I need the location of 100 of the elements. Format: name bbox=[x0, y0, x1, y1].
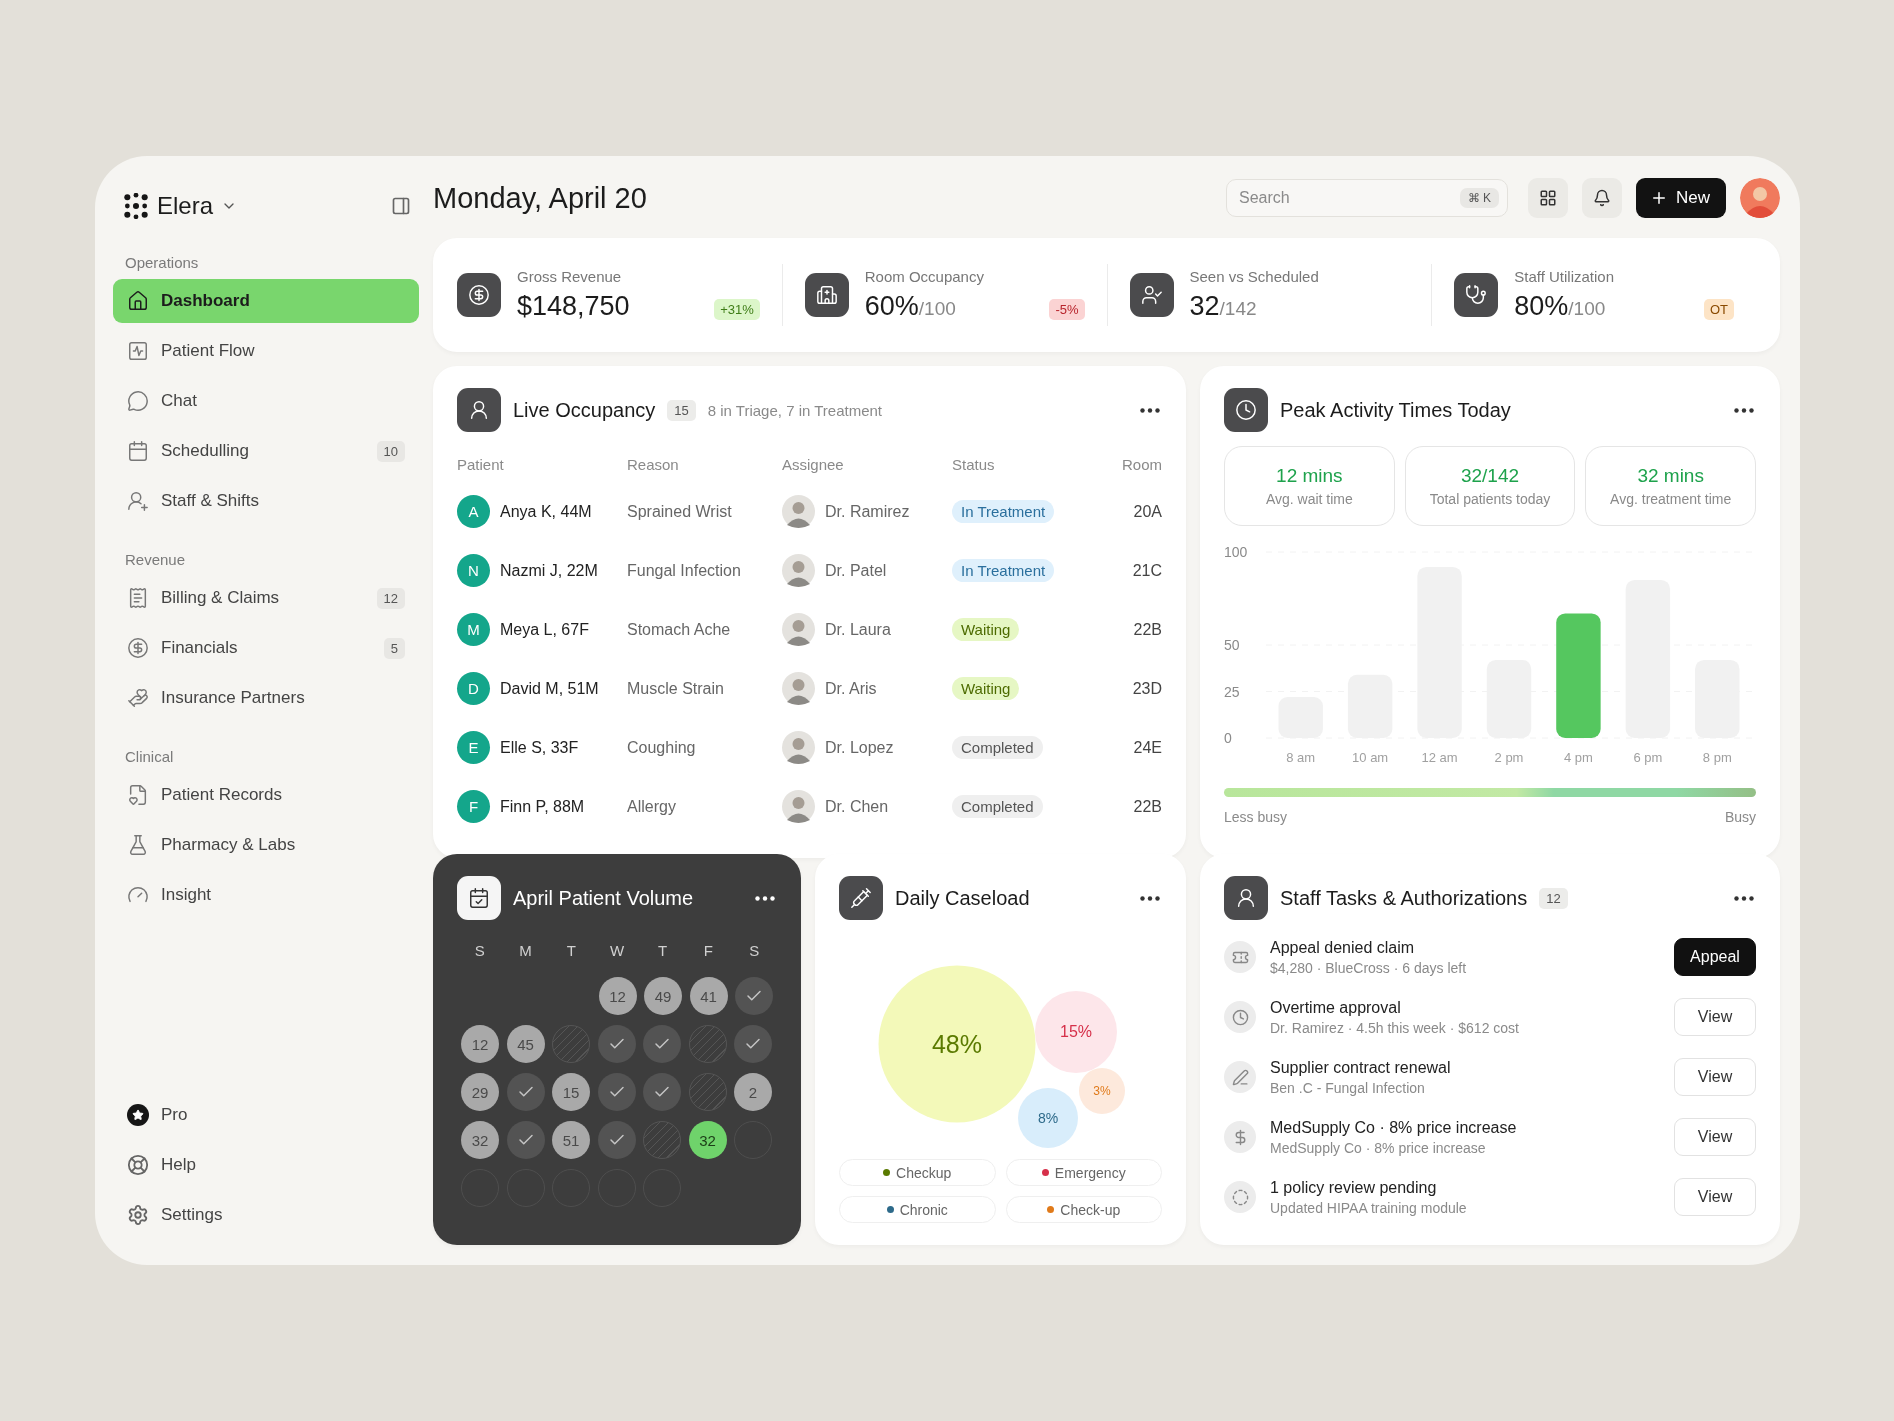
nav-item[interactable]: Settings bbox=[113, 1193, 419, 1237]
task-title: Appeal denied claim bbox=[1270, 938, 1416, 957]
add-widget-button[interactable] bbox=[1528, 178, 1568, 218]
calendar-day[interactable]: 2 bbox=[734, 1073, 772, 1111]
nav-item[interactable]: Dashboard bbox=[113, 279, 419, 323]
nav-item[interactable]: Schedulling 10 bbox=[113, 429, 419, 473]
stat-value: 12 mins bbox=[1276, 465, 1343, 487]
day-check-icon[interactable] bbox=[597, 1025, 636, 1063]
more-icon bbox=[1140, 407, 1160, 413]
more-button[interactable] bbox=[1732, 405, 1756, 415]
status-badge: Waiting bbox=[952, 618, 1020, 641]
nav-item[interactable]: Pro bbox=[113, 1093, 419, 1137]
calendar-day[interactable]: 29 bbox=[461, 1073, 499, 1111]
calendar-day[interactable]: 45 bbox=[506, 1025, 545, 1063]
occupancy-summary: 8 in Triage, 7 in Treatment bbox=[707, 401, 884, 419]
clock-icon bbox=[1224, 388, 1268, 432]
day-check-icon[interactable] bbox=[734, 1025, 772, 1063]
caseload-bubble: 15% bbox=[1035, 991, 1117, 1073]
card-title: Peak Activity Times Today bbox=[1280, 398, 1511, 422]
assignee-name: Dr. Chen bbox=[825, 797, 889, 816]
card-title: April Patient Volume bbox=[513, 886, 694, 910]
day-check-icon[interactable] bbox=[506, 1073, 545, 1111]
visit-reason: Muscle Strain bbox=[627, 679, 724, 698]
nav-section-title: Operations bbox=[124, 253, 200, 273]
doctor-avatar bbox=[782, 672, 815, 705]
room-number: 24E bbox=[1133, 738, 1162, 757]
doctor-avatar bbox=[782, 613, 815, 646]
calendar-day[interactable]: 15 bbox=[552, 1073, 590, 1111]
nav-item[interactable]: Chat bbox=[113, 379, 419, 423]
monitor-pulse-icon bbox=[127, 340, 149, 362]
settings-icon bbox=[127, 1204, 149, 1226]
calendar-day[interactable]: 12 bbox=[598, 977, 637, 1015]
room-number: 20A bbox=[1133, 502, 1162, 521]
more-button[interactable] bbox=[1138, 405, 1162, 415]
day-check-icon[interactable] bbox=[506, 1121, 545, 1159]
task-action-button[interactable]: View bbox=[1674, 1118, 1756, 1156]
calendar-day[interactable] bbox=[688, 1073, 727, 1111]
calendar-day[interactable]: 51 bbox=[552, 1121, 590, 1159]
calendar-day[interactable]: 12 bbox=[461, 1025, 499, 1063]
visit-reason: Coughing bbox=[627, 738, 696, 757]
task-detail: MedSupply Co · 8% price increase bbox=[1270, 1139, 1487, 1156]
calendar-day[interactable]: 32 bbox=[688, 1121, 727, 1159]
nav-item[interactable]: Staff & Shifts bbox=[113, 479, 419, 523]
nav-item[interactable]: Financials 5 bbox=[113, 626, 419, 670]
task-action-button[interactable]: Appeal bbox=[1674, 938, 1756, 976]
nav-item[interactable]: Patient Records bbox=[113, 773, 419, 817]
column-header: Reason bbox=[627, 455, 679, 473]
axis-tick-label: 4 pm bbox=[1564, 750, 1593, 765]
axis-tick-label: 10 am bbox=[1352, 750, 1389, 765]
calendar-day[interactable]: 32 bbox=[461, 1121, 499, 1159]
task-action-button[interactable]: View bbox=[1674, 1178, 1756, 1216]
calendar-day[interactable] bbox=[643, 1121, 681, 1159]
day-check-icon[interactable] bbox=[643, 1073, 681, 1111]
hand-heart-icon bbox=[127, 687, 149, 709]
doctor-avatar bbox=[782, 790, 815, 823]
plus-icon bbox=[1650, 189, 1668, 207]
calendar-day[interactable] bbox=[552, 1025, 590, 1063]
task-action-button[interactable]: View bbox=[1674, 998, 1756, 1036]
caseload-bubble: 8% bbox=[1018, 1088, 1078, 1148]
task-action-button[interactable]: View bbox=[1674, 1058, 1756, 1096]
nav-item[interactable]: Patient Flow bbox=[113, 329, 419, 373]
axis-tick-label: 8 am bbox=[1286, 750, 1316, 765]
more-button[interactable] bbox=[753, 893, 777, 903]
nav-item[interactable]: Insight bbox=[113, 873, 419, 917]
kpi-label: Staff Utilization bbox=[1514, 268, 1616, 285]
doctor-avatar bbox=[782, 495, 815, 528]
more-button[interactable] bbox=[1732, 893, 1756, 903]
patient-initial-avatar: D bbox=[457, 672, 490, 705]
more-button[interactable] bbox=[1138, 893, 1162, 903]
stat-value: 32 mins bbox=[1637, 465, 1704, 487]
sidebar-toggle-icon[interactable] bbox=[391, 196, 411, 216]
new-button[interactable]: New bbox=[1636, 178, 1726, 218]
nav-item[interactable]: Insurance Partners bbox=[113, 676, 419, 720]
axis-tick-label: 8 pm bbox=[1702, 750, 1732, 765]
calendar-day[interactable]: 41 bbox=[689, 977, 728, 1015]
day-check-icon[interactable] bbox=[643, 1025, 681, 1063]
count-badge: 12 bbox=[1539, 887, 1568, 909]
calendar-day[interactable] bbox=[688, 1025, 727, 1063]
nav-item[interactable]: Pharmacy & Labs bbox=[113, 823, 419, 867]
day-check-icon[interactable] bbox=[735, 977, 773, 1015]
nav-item[interactable]: Help bbox=[113, 1143, 419, 1187]
nav-item[interactable]: Billing & Claims 12 bbox=[113, 576, 419, 620]
day-check-icon[interactable] bbox=[597, 1121, 636, 1159]
calendar-day[interactable]: 49 bbox=[644, 977, 682, 1015]
nav-count-badge: 10 bbox=[376, 440, 405, 462]
stat-label: Avg. wait time bbox=[1265, 491, 1353, 507]
person-icon bbox=[457, 388, 501, 432]
flask-icon bbox=[127, 834, 149, 856]
user-avatar[interactable] bbox=[1740, 178, 1780, 218]
brand-name[interactable]: Elera bbox=[157, 192, 214, 220]
calendar-check-icon bbox=[457, 876, 501, 920]
status-badge: Waiting bbox=[952, 677, 1020, 700]
axis-tick-label: 0 bbox=[1224, 730, 1232, 746]
notifications-button[interactable] bbox=[1582, 178, 1622, 218]
weekday-label: W bbox=[608, 942, 626, 959]
task-title: Supplier contract renewal bbox=[1270, 1058, 1452, 1077]
day-check-icon[interactable] bbox=[597, 1073, 636, 1111]
kpi-value: $148,750 bbox=[517, 291, 631, 322]
legend-label: Chronic bbox=[899, 1201, 948, 1218]
room-number: 22B bbox=[1133, 797, 1162, 816]
